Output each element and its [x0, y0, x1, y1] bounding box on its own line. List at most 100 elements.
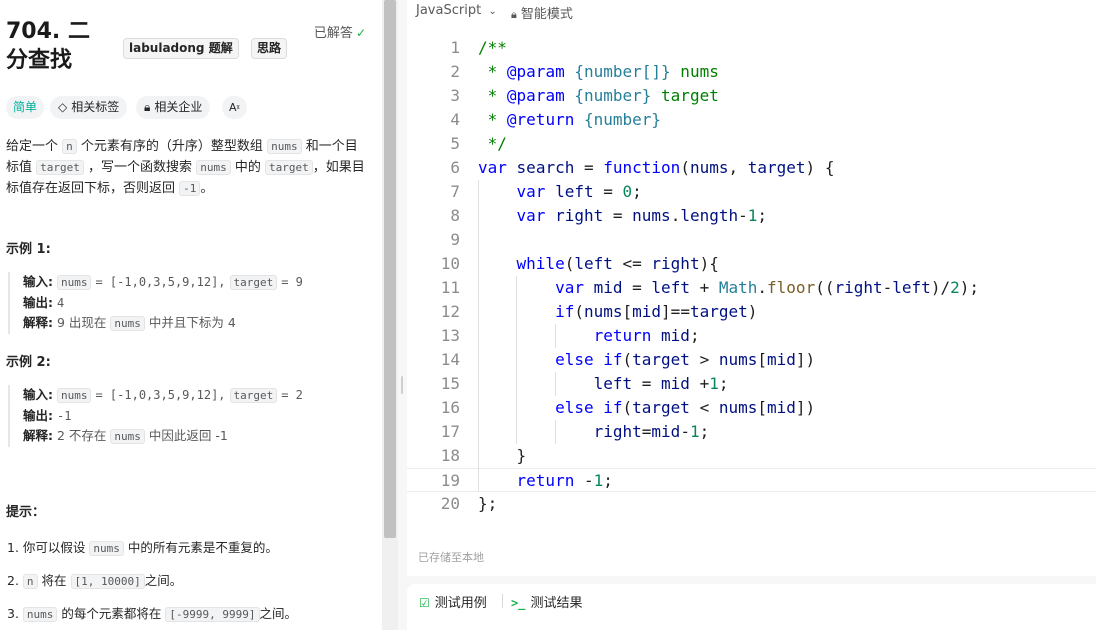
code-line[interactable]: 16 else if(target < nums[mid]) [407, 396, 1096, 420]
code-line[interactable]: 2 * @param {number[]} nums [407, 60, 1096, 84]
example-2-heading: 示例 2: [6, 355, 51, 370]
tag-icon: ◇ [58, 100, 68, 114]
line-number: 10 [440, 254, 460, 273]
code-line[interactable]: 7 var left = 0; [407, 180, 1096, 204]
lock-icon: 🔒︎ [511, 8, 517, 21]
code-text[interactable]: var search = function(nums, target) { [478, 156, 834, 180]
code-line[interactable]: 18 } [407, 444, 1096, 468]
line-number: 7 [450, 182, 460, 201]
problem-description-panel: 704. 二分查找 labuladong 题解 思路 已解答 ✓ 简单 ◇ 相关标签… [0, 0, 382, 630]
inline-code: target [36, 160, 84, 175]
line-number: 13 [440, 326, 460, 345]
line-number: 20 [440, 494, 460, 513]
code-text[interactable]: }; [478, 492, 497, 516]
related-companies-label: 相关企业 [154, 100, 203, 114]
related-companies-chip[interactable]: 🔒︎ 相关企业 [136, 96, 211, 119]
code-text[interactable]: } [478, 444, 527, 468]
inline-code: nums [196, 160, 231, 175]
line-number: 19 [440, 471, 460, 490]
chevron-down-icon: ⌄ [488, 6, 497, 17]
line-number: 14 [440, 350, 460, 369]
hint-item: 2. n 将在 [1, 10000] 之间。 [7, 573, 183, 589]
inline-code: -1 [179, 181, 201, 196]
line-number: 12 [440, 302, 460, 321]
terminal-icon: >_ [511, 596, 526, 610]
resize-handle[interactable] [401, 376, 403, 394]
problem-statement: 给定一个 n 个元素有序的（升序）整型数组 nums 和一个目标值 target… [6, 139, 365, 196]
indent-guide [554, 372, 556, 396]
code-line[interactable]: 6 var search = function(nums, target) { [407, 156, 1096, 180]
code-text[interactable]: return mid; [478, 324, 700, 348]
code-line[interactable]: 13 return mid; [407, 324, 1096, 348]
code-line[interactable]: 3 * @param {number} target [407, 84, 1096, 108]
line-number: 18 [440, 446, 460, 465]
line-number: 4 [450, 110, 460, 129]
code-line[interactable]: 10 while(left <= right){ [407, 252, 1096, 276]
tab-test-cases-label: 测试用例 [434, 596, 487, 611]
saved-status: 已存储至本地 [418, 551, 484, 564]
code-line[interactable]: 4 * @return {number} [407, 108, 1096, 132]
hints-heading: 提示： [6, 505, 46, 520]
approach-badge[interactable]: 思路 [251, 38, 288, 59]
code-text[interactable]: var left = 0; [478, 180, 642, 204]
code-text[interactable]: */ [478, 132, 507, 156]
example-1-heading: 示例 1: [6, 242, 51, 257]
code-line[interactable]: 20}; [407, 492, 1096, 516]
indent-guide [554, 324, 556, 348]
language-selector[interactable]: JavaScript ⌄ [416, 3, 497, 18]
code-line[interactable]: 5 */ [407, 132, 1096, 156]
tab-test-result[interactable]: >_ 测试结果 [511, 592, 582, 611]
tab-test-result-label: 测试结果 [530, 596, 583, 611]
inline-code: n [62, 139, 77, 154]
code-text[interactable]: while(left <= right){ [478, 252, 719, 276]
tab-test-cases[interactable]: ☑ 测试用例 [419, 592, 487, 611]
tab-divider [502, 594, 503, 608]
line-number: 6 [450, 158, 460, 177]
problem-title: 704. 二分查找 [6, 19, 90, 73]
code-line[interactable]: 9 [407, 228, 1096, 252]
smart-mode-toggle[interactable]: 🔒︎ 智能模式 [511, 3, 573, 22]
console-panel: ☑ 测试用例 >_ 测试结果 [407, 584, 1096, 630]
code-text[interactable]: var right = nums.length-1; [478, 204, 768, 228]
lock-icon: 🔒︎ [144, 100, 151, 114]
line-number: 8 [450, 206, 460, 225]
line-number: 17 [440, 422, 460, 441]
code-text[interactable]: var mid = left + Math.floor((right-left)… [478, 276, 979, 300]
difficulty-easy-chip[interactable]: 简单 [6, 96, 45, 119]
inline-code: nums [267, 139, 302, 154]
line-number: 1 [450, 38, 460, 57]
code-text[interactable]: * @param {number[]} nums [478, 60, 719, 84]
labuladong-solution-badge[interactable]: labuladong 题解 [123, 38, 239, 59]
smart-mode-label: 智能模式 [520, 7, 573, 22]
code-text[interactable]: else if(target < nums[mid]) [478, 396, 815, 420]
code-line[interactable]: 17 right=mid-1; [407, 420, 1096, 444]
code-text[interactable]: * @param {number} target [478, 84, 719, 108]
line-number: 11 [440, 278, 460, 297]
line-number: 2 [450, 62, 460, 81]
code-line[interactable]: 1 /** [407, 36, 1096, 60]
related-tags-chip[interactable]: ◇ 相关标签 [50, 96, 128, 119]
code-line[interactable]: 15 left = mid +1; [407, 372, 1096, 396]
code-text[interactable]: return -1; [478, 469, 613, 493]
code-line[interactable]: 14 else if(target > nums[mid]) [407, 348, 1096, 372]
code-line[interactable]: 19 return -1; [407, 468, 1096, 492]
line-number: 15 [440, 374, 460, 393]
code-text[interactable]: if(nums[mid]==target) [478, 300, 757, 324]
language-label: JavaScript [416, 3, 482, 18]
line-number: 3 [450, 86, 460, 105]
solved-status: 已解答 ✓ [314, 22, 366, 41]
description-scrollbar-thumb[interactable] [384, 0, 396, 538]
hint-item: 3. nums 的每个元素都将在 [-9999, 9999] 之间。 [7, 606, 298, 622]
code-text[interactable]: else if(target > nums[mid]) [478, 348, 815, 372]
code-text[interactable]: /** [478, 36, 507, 60]
panel-divider[interactable] [398, 0, 407, 630]
translate-chip[interactable]: Aᵡ [222, 96, 247, 119]
code-text[interactable]: right=mid-1; [478, 420, 710, 444]
code-line[interactable]: 8 var right = nums.length-1; [407, 204, 1096, 228]
code-text[interactable]: * @return {number} [478, 108, 661, 132]
code-line[interactable]: 12 if(nums[mid]==target) [407, 300, 1096, 324]
code-editor[interactable]: JavaScript ⌄ 🔒︎ 智能模式 1/** 2 * @param {numb… [407, 0, 1096, 576]
example-2-block: 输入: nums = [-1,0,3,5,9,12], target = 2 输… [8, 385, 382, 447]
code-line[interactable]: 11 var mid = left + Math.floor((right-le… [407, 276, 1096, 300]
indent-guide [554, 420, 556, 444]
